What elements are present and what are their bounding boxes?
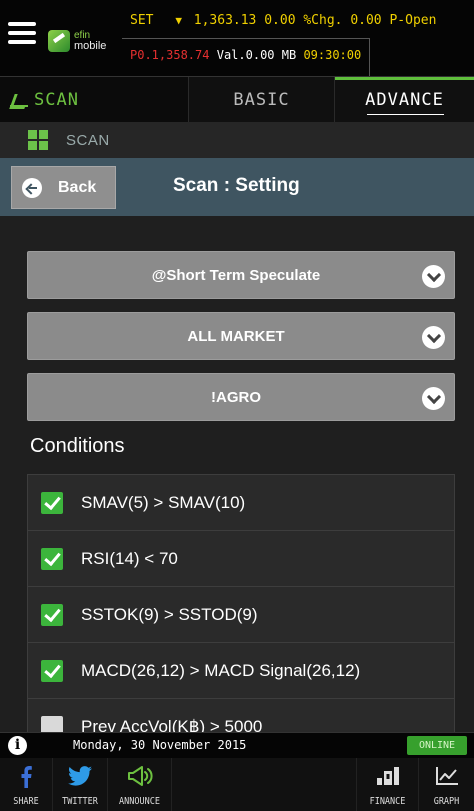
graph-label: GRAPH [433, 796, 460, 807]
grid-icon[interactable] [28, 130, 48, 150]
tab-advance-label: ADVANCE [365, 90, 444, 110]
condition-item[interactable]: Prev AccVol(K฿) > 5000 [28, 699, 454, 732]
info-icon[interactable]: i [8, 736, 27, 755]
condition-text: SMAV(5) > SMAV(10) [81, 492, 246, 512]
line-chart-icon [435, 767, 458, 785]
graph-button[interactable]: GRAPH [419, 758, 474, 811]
index-value: 1,363.13 [193, 13, 257, 28]
mode-tabs: SCAN BASIC ADVANCE [0, 76, 474, 123]
breadcrumb: SCAN [0, 122, 474, 158]
ticker-vertical-divider [369, 38, 370, 76]
bottom-nav-spacer [172, 758, 357, 811]
strategy-select[interactable]: @Short Term Speculate [27, 251, 455, 299]
condition-text: Prev AccVol(K฿) > 5000 [81, 716, 263, 733]
checkbox-checked-icon[interactable] [41, 659, 63, 682]
logo-mark-icon [48, 30, 70, 52]
page-header: Back Scan : Setting [0, 158, 474, 216]
back-arrow-icon [22, 177, 42, 198]
ticker-divider [122, 38, 370, 39]
finance-bars-icon [376, 767, 399, 785]
condition-item[interactable]: MACD(26,12) > MACD Signal(26,12) [28, 643, 454, 699]
announce-label: ANNOUNCE [119, 796, 160, 807]
ticker-index-row: SET ▼ 1,363.13 0.00 %Chg. 0.00 P-Open [130, 13, 436, 28]
scan-settings-content: @Short Term Speculate ALL MARKET !AGRO C… [0, 216, 474, 732]
online-status-badge: ONLINE [407, 736, 467, 755]
condition-text: RSI(14) < 70 [81, 548, 178, 568]
menu-icon[interactable] [8, 22, 36, 50]
sector-select[interactable]: !AGRO [27, 373, 455, 421]
strategy-select-value: @Short Term Speculate [151, 267, 321, 284]
condition-text: SSTOK(9) > SSTOD(9) [81, 604, 258, 624]
twitter-button[interactable]: TWITTER [53, 758, 108, 811]
back-button[interactable]: Back [11, 166, 116, 209]
chevron-down-icon [422, 326, 445, 349]
index-pct-change: %Chg. 0.00 [303, 13, 382, 28]
prev-close: P0.1,358.74 [130, 48, 210, 62]
market-status: P-Open [389, 13, 437, 28]
breadcrumb-label: SCAN [66, 131, 110, 149]
chevron-down-icon [422, 387, 445, 410]
logo-text-bottom: mobile [74, 40, 107, 52]
chart-up-icon [10, 93, 28, 107]
back-button-label: Back [58, 178, 97, 196]
condition-item[interactable]: SMAV(5) > SMAV(10) [28, 475, 454, 531]
tab-advance[interactable]: ADVANCE [334, 77, 474, 123]
twitter-label: TWITTER [62, 796, 98, 807]
market-select[interactable]: ALL MARKET [27, 312, 455, 360]
facebook-icon [21, 766, 32, 788]
app-logo: efin mobile [48, 28, 106, 54]
announce-button[interactable]: ANNOUNCE [108, 758, 172, 811]
megaphone-icon [127, 766, 153, 786]
tab-scan-label: SCAN [34, 90, 79, 110]
checkbox-checked-icon[interactable] [41, 603, 63, 626]
ticker-bar: efin mobile SET ▼ 1,363.13 0.00 %Chg. 0.… [0, 0, 474, 76]
conditions-list: SMAV(5) > SMAV(10) RSI(14) < 70 SSTOK(9)… [27, 474, 455, 732]
tab-basic[interactable]: BASIC [188, 77, 334, 123]
triangle-down-icon: ▼ [175, 14, 182, 27]
sector-select-value: !AGRO [211, 389, 261, 406]
current-date: Monday, 30 November 2015 [73, 738, 247, 752]
conditions-title: Conditions [30, 435, 125, 457]
finance-button[interactable]: FINANCE [357, 758, 419, 811]
index-change: 0.00 [264, 13, 296, 28]
tab-basic-label: BASIC [233, 90, 290, 110]
tab-scan[interactable]: SCAN [0, 77, 188, 123]
twitter-bird-icon [68, 766, 92, 786]
share-button[interactable]: SHARE [0, 758, 53, 811]
condition-text: MACD(26,12) > MACD Signal(26,12) [81, 660, 361, 680]
finance-label: FINANCE [369, 796, 406, 807]
checkbox-checked-icon[interactable] [41, 547, 63, 570]
market-time: 09:30:00 [303, 48, 362, 62]
checkbox-checked-icon[interactable] [41, 491, 63, 514]
volume: Val.0.00 MB [216, 48, 297, 62]
bottom-nav: SHARE TWITTER ANNOUNCE FINANCE GRAPH [0, 758, 474, 811]
checkbox-unchecked-icon[interactable] [41, 715, 63, 732]
page-title: Scan : Setting [173, 175, 300, 196]
status-bar: i Monday, 30 November 2015 ONLINE [0, 732, 474, 758]
chevron-down-icon [422, 265, 445, 288]
share-label: SHARE [13, 796, 39, 807]
condition-item[interactable]: RSI(14) < 70 [28, 531, 454, 587]
market-select-value: ALL MARKET [187, 328, 285, 345]
ticker-detail-row: P0.1,358.74 Val.0.00 MB 09:30:00 [130, 48, 361, 62]
market-name: SET [130, 13, 154, 28]
condition-item[interactable]: SSTOK(9) > SSTOD(9) [28, 587, 454, 643]
